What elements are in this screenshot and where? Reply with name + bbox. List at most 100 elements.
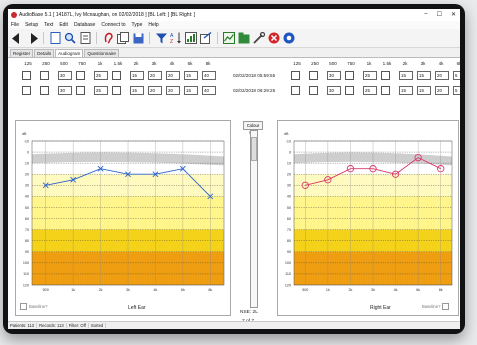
copy-document-icon[interactable] [117,32,129,44]
y-tick-label: 10 [287,161,291,165]
scrollbar-thumb[interactable] [251,137,257,161]
frequency-label: 125 [293,61,301,66]
tab-register[interactable]: Register [10,49,34,57]
threshold-checkbox[interactable] [345,86,354,95]
close-red-icon[interactable] [268,32,280,44]
close-button[interactable]: ✕ [451,11,456,18]
threshold-field[interactable]: 15 [399,86,413,95]
test-date-1[interactable]: 02/02/2018 05:59:55 [233,73,275,78]
menu-connect-to[interactable]: Connect to [101,22,125,28]
report-icon[interactable] [185,32,197,44]
right-baseline-checkbox[interactable] [442,303,450,310]
new-document-icon[interactable] [49,32,61,44]
back-arrow-icon[interactable] [11,32,23,44]
y-tick-label: 80 [287,239,291,243]
y-tick-label: 30 [287,184,291,188]
threshold-field[interactable]: 5 [453,71,460,80]
svg-text:Z: Z [170,39,173,44]
maximize-button[interactable]: ☐ [437,11,442,18]
threshold-checkbox[interactable] [291,86,300,95]
minimize-button[interactable]: – [424,11,427,18]
forward-arrow-icon[interactable] [26,32,38,44]
y-tick-label: 40 [25,195,29,199]
left-baseline-checkbox[interactable] [20,303,27,310]
threshold-field[interactable]: 25 [363,71,377,80]
threshold-checkbox[interactable] [381,71,390,80]
threshold-checkbox[interactable] [381,86,390,95]
y-tick-label: -10 [24,139,29,143]
y-tick-label: 110 [285,272,291,276]
left-ear-label: Left Ear [128,305,146,311]
sort-az-icon[interactable]: AZ [170,32,182,44]
app-window: AudioBase 5.1 [ 14187L, Ivy Mcnaughan, o… [8,9,460,329]
frequency-label: 750 [347,61,355,66]
open-file-icon[interactable] [238,32,250,44]
threshold-field[interactable]: 15 [417,86,431,95]
threshold-field[interactable]: 5 [453,86,460,95]
toolbar-separator [96,32,97,44]
audiogram-ear-icon[interactable] [102,32,114,44]
toolbar-separator [217,32,218,44]
menu-type[interactable]: Type [132,22,143,28]
filter-icon[interactable] [155,32,167,44]
status-records: Records: 113 [37,323,67,328]
left-baseline-toggle[interactable]: Baseline? [20,303,47,310]
y-tick-label: 90 [25,250,29,254]
threshold-checkbox[interactable] [291,71,300,80]
threshold-field[interactable]: 20 [435,71,449,80]
x-tick-label: 1k [71,288,75,292]
threshold-checkbox[interactable] [309,71,318,80]
threshold-checkbox[interactable] [309,86,318,95]
search-icon[interactable] [64,32,76,44]
y-tick-label: 50 [25,206,29,210]
right-baseline-toggle[interactable]: Baseline? [422,303,450,310]
menu-setup[interactable]: Setup [25,22,38,28]
x-tick-label: 500 [43,288,49,292]
threshold-field[interactable]: 15 [399,71,413,80]
x-tick-label: 2k [99,288,103,292]
menu-bar: File Setup Text Edit Database Connect to… [8,21,460,29]
threshold-field[interactable]: 30 [327,86,341,95]
x-tick-label: 8k [439,288,443,292]
save-icon[interactable] [132,32,144,44]
y-tick-label: 40 [287,195,291,199]
info-icon[interactable] [283,32,295,44]
threshold-checkbox[interactable] [345,71,354,80]
toolbar: AZ [8,29,460,48]
record-scrollbar[interactable] [250,130,258,308]
left-chart-panel: -10 0 10 20 30 40 50 60 70 80 90 100 110 120 dB 500 1k 2k… [15,120,231,316]
tools-icon[interactable] [253,32,265,44]
export-icon[interactable] [200,32,212,44]
x-tick-label: 6k [416,288,420,292]
threshold-field[interactable]: 20 [435,86,449,95]
y-tick-label: 20 [25,173,29,177]
tab-strip: Register Details Audiogram Questionnaire [8,48,460,57]
x-tick-label: 2k [348,288,352,292]
right-ear-audiogram: -10 0 10 20 30 40 50 60 70 80 90 100 110 120 dB 500 1k 2k… [284,132,453,292]
y-tick-label: 110 [23,272,29,276]
menu-database[interactable]: Database [74,22,95,28]
window-controls: – ☐ ✕ [424,11,456,18]
chart-icon[interactable] [223,32,235,44]
menu-help[interactable]: Help [148,22,158,28]
y-tick-label: -10 [286,139,291,143]
x-tick-label: 4k [394,288,398,292]
threshold-field[interactable]: 30 [327,71,341,80]
colour-key-button[interactable]: Colour Key [243,121,263,135]
right-chart-panel: -10 0 10 20 30 40 50 60 70 80 90 100 110 120 dB 500 1k 2k… [277,120,459,316]
nse-indicator: NSE: 2L [240,310,258,315]
menu-edit[interactable]: Edit [59,22,68,28]
print-preview-icon[interactable] [79,32,91,44]
test-date-2[interactable]: 02/02/2018 06:29:25 [233,88,275,93]
menu-file[interactable]: File [11,22,19,28]
y-tick-label: 0 [289,150,291,154]
frequency-label: 1k [366,61,372,66]
status-sort: Sorted [89,323,107,328]
threshold-field[interactable]: 15 [417,71,431,80]
threshold-field[interactable]: 25 [363,86,377,95]
tab-details[interactable]: Details [34,49,55,57]
menu-text[interactable]: Text [44,22,53,28]
tab-questionnaire[interactable]: Questionnaire [84,49,119,57]
tab-audiogram[interactable]: Audiogram [55,49,84,57]
left-ear-audiogram: -10 0 10 20 30 40 50 60 70 80 90 100 110 120 dB 500 1k 2k… [22,132,225,292]
